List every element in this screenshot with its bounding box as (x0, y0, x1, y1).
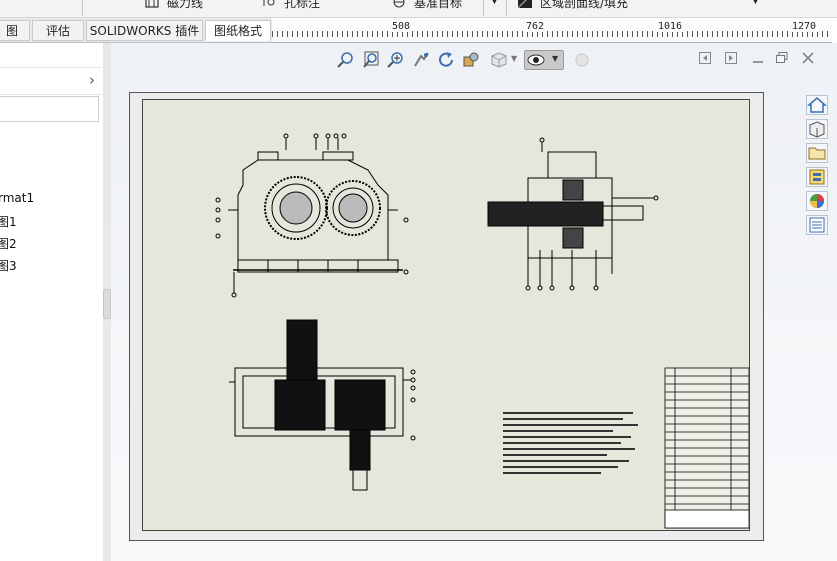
chevron-right-icon[interactable]: › (89, 71, 95, 89)
hatch-dropdown-arrow[interactable]: ▼ (752, 0, 759, 6)
bill-of-materials (664, 367, 749, 529)
pan-icon[interactable] (412, 51, 430, 69)
ruler-tick-label: 1270 (790, 21, 819, 32)
chevron-down-icon[interactable]: ▼ (552, 54, 558, 63)
view-palette-icon[interactable] (806, 167, 828, 187)
chevron-down-icon[interactable]: ▼ (511, 54, 517, 63)
tab-sheet-format[interactable]: 图纸格式 (205, 20, 271, 41)
tree-item-view-1[interactable]: 图1 (0, 213, 17, 230)
tab-solidworks-addins[interactable]: SOLIDWORKS 插件 (86, 20, 203, 41)
ruler-tick-label: 1016 (656, 21, 685, 32)
restore-right-icon[interactable] (725, 52, 737, 68)
tree-item-view-3[interactable]: 图3 (0, 257, 17, 274)
drawing-sheet-frame (129, 92, 764, 541)
home-icon[interactable] (806, 95, 828, 115)
graphics-area[interactable]: ▼ ▼ (111, 43, 837, 561)
heads-up-toolbar: ▼ ▼ (335, 50, 595, 71)
tree-item-sheet-format[interactable]: rmat1 (0, 191, 34, 205)
hole-callout-icon[interactable] (262, 0, 276, 8)
toolbar-separator (483, 0, 484, 16)
3d-content-icon[interactable] (806, 119, 828, 139)
minimize-icon[interactable] (752, 52, 764, 68)
hatch-fill-icon[interactable] (517, 0, 532, 9)
view-orientation-icon[interactable] (490, 51, 508, 69)
panel-splitter[interactable] (103, 43, 111, 561)
panel-expand-row[interactable]: › (0, 67, 101, 95)
display-style-icon[interactable] (462, 51, 480, 69)
drawing-sheet[interactable] (142, 99, 750, 531)
appearances-icon[interactable] (806, 191, 828, 211)
front-view (215, 133, 409, 298)
maximize-icon[interactable] (776, 52, 788, 68)
task-pane-tabs (806, 95, 830, 240)
tab-evaluate[interactable]: 评估 (32, 20, 84, 41)
splitter-grip[interactable] (103, 289, 111, 319)
command-manager-tabs: 图 评估 SOLIDWORKS 插件 图纸格式 (0, 18, 272, 43)
ruler-ticks (272, 31, 832, 37)
magnetic-line-button[interactable]: 磁力线 (167, 0, 203, 11)
side-view (487, 137, 659, 291)
toolbar-separator (506, 0, 507, 16)
ruler-tick-label: 762 (524, 21, 547, 32)
zoom-to-fit-icon[interactable] (337, 51, 355, 69)
tab-drawing[interactable]: 图 (0, 20, 30, 41)
datum-target-button[interactable]: 基准目标 (414, 0, 462, 11)
custom-properties-icon[interactable] (806, 215, 828, 235)
zoom-in-out-icon[interactable] (387, 51, 405, 69)
area-hatch-fill-button[interactable]: 区域剖面线/填充 (540, 0, 628, 11)
technical-notes (503, 412, 638, 474)
appearance-icon[interactable] (573, 51, 591, 69)
sheet-ruler: 508 762 1016 1270 (272, 18, 832, 43)
rotate-icon[interactable] (437, 51, 455, 69)
close-icon[interactable] (802, 52, 814, 68)
hide-show-icon[interactable]: ▼ (524, 50, 564, 70)
ruler-tick-label: 508 (390, 21, 413, 32)
datum-dropdown-arrow[interactable]: ▼ (491, 0, 498, 6)
toolbar-separator (82, 0, 83, 16)
datum-target-icon[interactable] (392, 0, 406, 8)
zoom-to-area-icon[interactable] (362, 51, 380, 69)
command-manager-bar: 磁力线 孔标注 基准目标 ▼ 区域剖面线/填充 ▼ (0, 0, 837, 18)
restore-left-icon[interactable] (699, 52, 711, 68)
file-explorer-icon[interactable] (806, 143, 828, 163)
title-block (664, 509, 749, 529)
tree-item-view-2[interactable]: 图2 (0, 235, 17, 252)
magnetic-line-icon[interactable] (145, 0, 159, 8)
filter-input[interactable] (0, 96, 99, 122)
gearbox-drawing (215, 133, 749, 529)
top-view (229, 319, 416, 491)
feature-manager-panel: › rmat1 图1 图2 图3 (0, 43, 104, 561)
hole-callout-button[interactable]: 孔标注 (284, 0, 320, 11)
